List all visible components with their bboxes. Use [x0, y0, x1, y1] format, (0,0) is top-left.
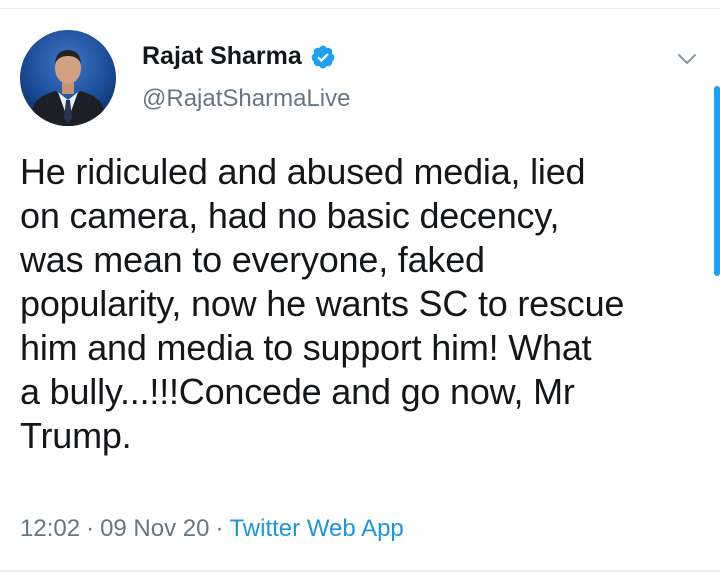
scrollbar[interactable] — [714, 86, 720, 276]
tweet-text: He ridiculed and abused media, lied on c… — [20, 151, 625, 456]
author-avatar[interactable] — [20, 30, 116, 126]
avatar-photo-icon — [20, 30, 116, 126]
bottom-divider — [0, 570, 720, 572]
tweet-date[interactable]: 09 Nov 20 — [100, 515, 209, 542]
tweet-source-link[interactable]: Twitter Web App — [229, 515, 403, 542]
tweet-meta: 12:02 · 09 Nov 20 · Twitter Web App — [20, 515, 404, 543]
verified-badge-icon — [310, 44, 336, 70]
top-divider — [0, 8, 720, 9]
tweet-time[interactable]: 12:02 — [20, 515, 80, 542]
author-name[interactable]: Rajat Sharma — [142, 42, 302, 71]
meta-separator: · — [215, 515, 224, 542]
meta-separator: · — [86, 515, 95, 542]
author-name-row: Rajat Sharma — [142, 42, 336, 71]
chevron-down-icon[interactable] — [676, 48, 698, 70]
author-handle[interactable]: @RajatSharmaLive — [142, 85, 350, 113]
